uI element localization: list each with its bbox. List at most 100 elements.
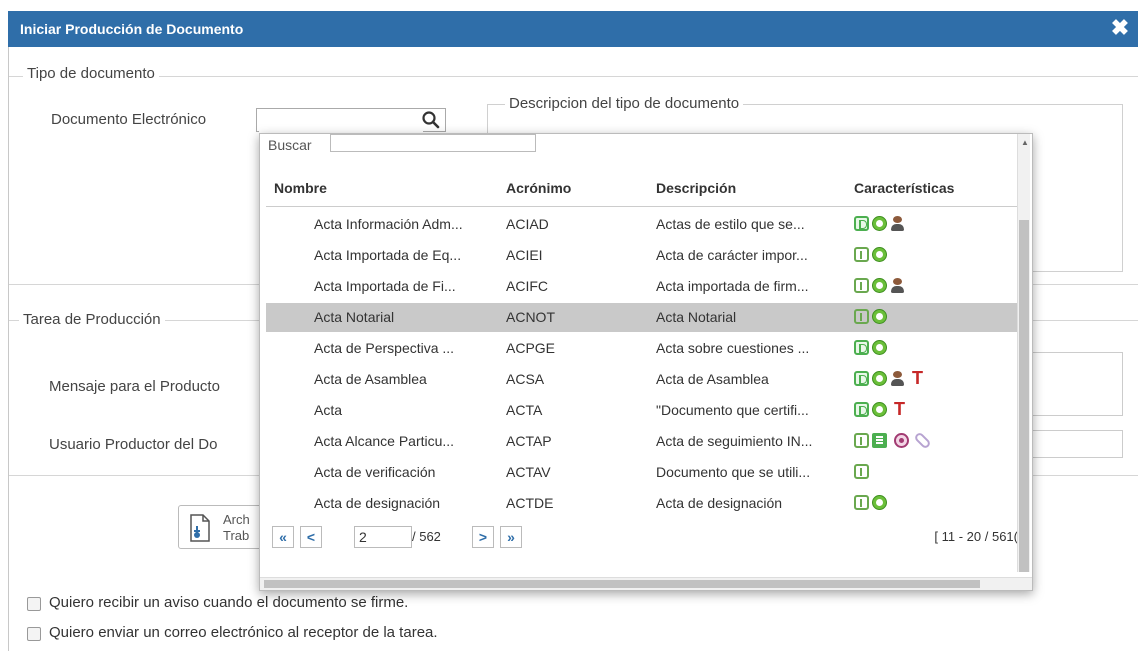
checkbox-correo[interactable] [27,627,41,641]
row-descripcion: "Documento que certifi... [656,402,809,418]
prev-page-button[interactable]: < [300,526,322,548]
table-row[interactable]: Acta Notarial ACNOT Acta Notarial [266,303,1018,332]
row-descripcion: Acta de carácter impor... [656,247,808,263]
first-page-button[interactable]: « [272,526,294,548]
fieldset-border [9,76,1138,77]
signature-green-icon [872,494,887,510]
record-range: [ 11 - 20 / 561( [934,529,1018,544]
info-doc-icon [854,494,869,510]
popup-search-label: Buscar [268,137,312,153]
horizontal-scrollbar[interactable] [260,577,1032,590]
signature-green-icon [872,401,887,417]
t-red-icon: T [894,398,905,419]
page-total: / 562 [412,529,441,544]
row-nombre: Acta Información Adm... [314,216,463,232]
vertical-scrollbar[interactable]: ▲ [1017,134,1030,572]
scroll-up-icon[interactable]: ▲ [1021,138,1029,147]
mensaje-textarea[interactable] [1029,352,1123,416]
search-icon[interactable] [420,109,442,131]
table-row[interactable]: Acta de Asamblea ACSA Acta de Asamblea T [266,365,1018,394]
row-descripcion: Acta sobre cuestiones ... [656,340,810,356]
description-legend: Descripcion del tipo de documento [505,95,744,112]
row-caracteristicas [854,431,932,450]
row-caracteristicas [854,338,890,355]
row-acronimo: ACPGE [506,340,556,356]
info-doc-icon [854,308,869,324]
table-row[interactable]: Acta de verificación ACTAV Documento que s… [266,458,1018,487]
row-nombre: Acta Importada de Eq... [314,247,462,263]
usuario-productor-input[interactable] [1029,430,1123,458]
row-descripcion: Acta de seguimiento IN... [656,433,813,449]
column-header-descripcion[interactable]: Descripción [656,180,736,196]
column-header-caracteristicas[interactable]: Características [854,180,954,196]
row-descripcion: Acta de Asamblea [656,371,769,387]
row-acronimo: ACTAP [506,433,552,449]
row-caracteristicas [854,493,890,510]
person-icon [890,370,905,386]
usuario-productor-label: Usuario Productor del Do [49,436,218,453]
column-header-acronimo[interactable]: Acrónimo [506,180,571,196]
info-doc-icon [854,432,869,448]
row-acronimo: ACSA [506,371,545,387]
dialog-title: Iniciar Producción de Documento [20,21,244,37]
row-descripcion: Documento que se utili... [656,464,811,480]
row-acronimo: ACIAD [506,216,549,232]
table-row[interactable]: Acta Importada de Fi... ACIFC Acta importa… [266,272,1018,301]
archivos-label-1: Arch [223,512,250,527]
popup-search-input[interactable] [330,134,536,152]
horizontal-scroll-thumb[interactable] [264,580,980,588]
column-header-nombre[interactable]: Nombre [274,180,327,196]
person-icon [890,277,905,293]
documento-search-field[interactable] [256,108,446,132]
close-icon[interactable]: ✖ [1108,15,1132,41]
row-acronimo: ACTAV [506,464,551,480]
info-doc-icon [854,246,869,262]
info-doc-icon [854,277,869,293]
section-tipo-legend: Tipo de documento [23,65,159,82]
document-green-icon [854,401,869,417]
document-icon [190,514,210,542]
row-nombre: Acta [314,402,343,418]
table-row[interactable]: Acta de designación ACTDE Acta de designac… [266,489,1018,518]
row-nombre: Acta Importada de Fi... [314,278,456,294]
last-page-button[interactable]: » [500,526,522,548]
row-nombre: Acta Notarial [314,309,395,325]
table-row[interactable]: Acta de Perspectiva ... ACPGE Acta sobre c… [266,334,1018,363]
row-caracteristicas: T [854,398,908,419]
info-doc-icon [854,463,869,479]
row-caracteristicas [854,245,890,262]
documento-search-input[interactable] [259,110,423,132]
row-nombre: Acta de designación [314,495,441,511]
list-doc-icon [872,432,887,448]
row-acronimo: ACNOT [506,309,555,325]
row-caracteristicas: T [854,369,926,387]
row-descripcion: Acta Notarial [656,309,737,325]
table-row[interactable]: Acta Importada de Eq... ACIEI Acta de cará… [266,241,1018,270]
row-nombre: Acta de Perspectiva ... [314,340,455,356]
dialog-titlebar: Iniciar Producción de Documento ✖ [8,11,1138,47]
row-caracteristicas [854,276,908,293]
pagination: « < 2 / 562 > » [ 11 - 20 / 561( [266,524,1018,556]
next-page-button[interactable]: > [472,526,494,548]
checkbox-aviso-label: Quiero recibir un aviso cuando el docume… [49,594,409,611]
row-nombre: Acta de Asamblea [314,371,427,387]
vertical-scroll-thumb[interactable] [1019,220,1029,572]
paperclip-icon [913,431,932,450]
seal-icon [894,432,909,448]
document-green-icon [854,339,869,355]
document-green-icon [854,370,869,386]
page-number-input[interactable]: 2 [354,526,412,548]
signature-green-icon [872,277,887,293]
signature-green-icon [872,339,887,355]
person-icon [890,215,905,231]
row-nombre: Acta Alcance Particu... [314,433,455,449]
row-descripcion: Actas de estilo que se... [656,216,805,232]
table-row[interactable]: Acta ACTA "Documento que certifi... T [266,396,1018,425]
table-row[interactable]: Acta Información Adm... ACIAD Actas de est… [266,210,1018,239]
row-descripcion: Acta de designación [656,495,783,511]
row-caracteristicas [854,214,908,231]
table-row[interactable]: Acta Alcance Particu... ACTAP Acta de segu… [266,427,1018,456]
checkbox-aviso[interactable] [27,597,41,611]
row-acronimo: ACIFC [506,278,548,294]
header-divider [266,206,1018,207]
